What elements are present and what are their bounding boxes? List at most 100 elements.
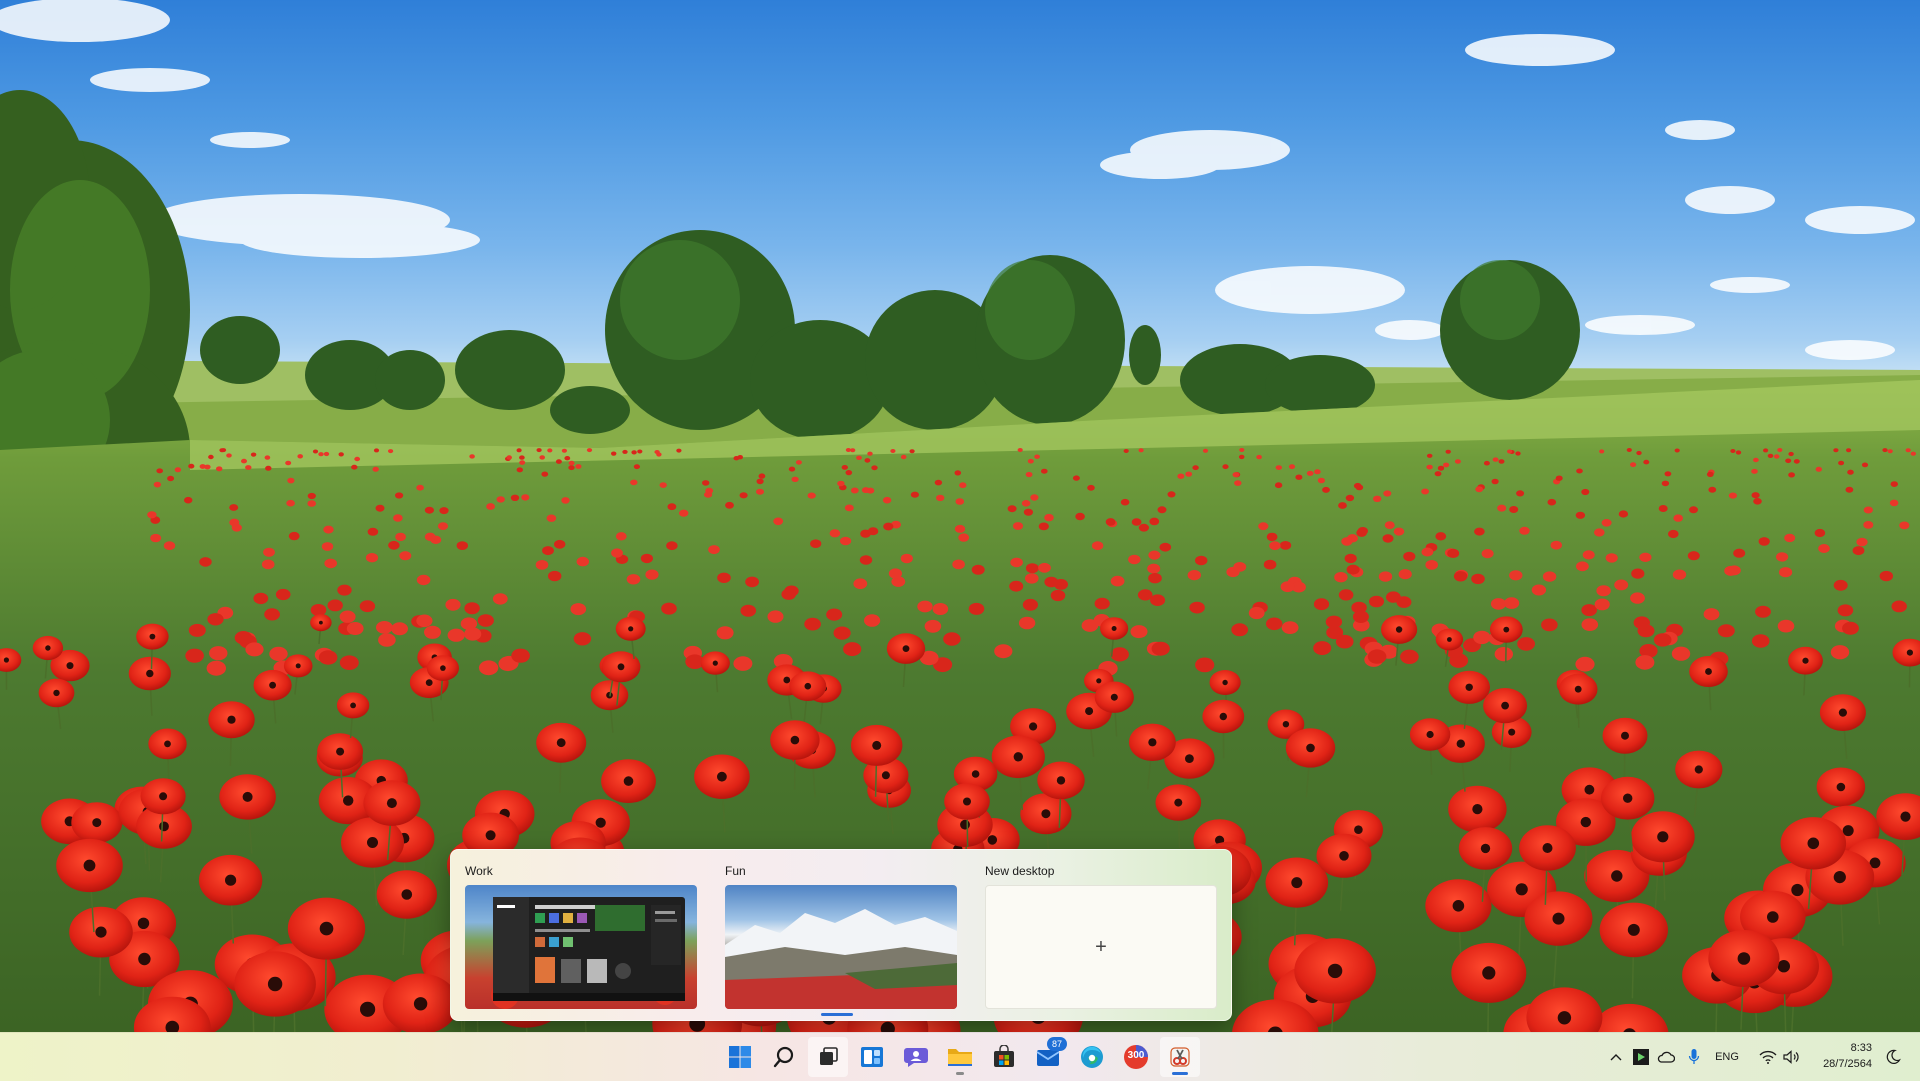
- wallpaper-poppy: [1281, 581, 1295, 592]
- wallpaper-poppy: [376, 621, 393, 634]
- desktop-thumbnail-work[interactable]: [465, 885, 697, 1009]
- wallpaper-poppy: [1092, 541, 1103, 550]
- wallpaper-poppy: [1755, 606, 1771, 618]
- wallpaper-poppy: [189, 624, 206, 637]
- wallpaper-poppy: [901, 554, 913, 563]
- wallpaper-poppy: [1051, 590, 1066, 601]
- volume-button[interactable]: [1780, 1045, 1804, 1069]
- focus-assist-button[interactable]: [1880, 1045, 1906, 1069]
- desktop-work[interactable]: Work: [457, 860, 689, 1012]
- plus-icon: +: [1095, 937, 1107, 957]
- wallpaper-poppy: [1788, 452, 1793, 456]
- wallpaper-poppy: [1834, 580, 1848, 591]
- wallpaper-poppy: [1280, 541, 1291, 550]
- wallpaper-poppy: [1659, 505, 1668, 512]
- wallpaper-poppy: [1121, 499, 1130, 506]
- wallpaper-poppy: [1785, 459, 1791, 464]
- wallpaper-poppy: [416, 485, 424, 491]
- wallpaper-poppy: [366, 553, 378, 562]
- wallpaper-poppy: [1752, 492, 1760, 498]
- desktop-fun[interactable]: Fun: [717, 860, 949, 1012]
- wallpaper-poppy: [536, 560, 549, 570]
- desktop-label-fun: Fun: [725, 864, 746, 878]
- wallpaper-poppy: [1548, 499, 1557, 506]
- wallpaper-poppy: [564, 456, 570, 460]
- wallpaper-poppy: [1111, 576, 1125, 587]
- wallpaper-poppy: [1195, 556, 1207, 566]
- wallpaper-poppy: [571, 603, 587, 615]
- app-300-button[interactable]: 300: [1116, 1037, 1156, 1077]
- edge-button[interactable]: [1072, 1037, 1112, 1077]
- wallpaper-poppy: [1421, 489, 1429, 495]
- snipping-tool-button[interactable]: [1160, 1037, 1200, 1077]
- wallpaper-poppy: [1313, 641, 1331, 655]
- wallpaper-poppy: [717, 573, 731, 583]
- wallpaper-poppy: [521, 494, 529, 500]
- wallpaper-poppy: [1111, 647, 1129, 661]
- wallpaper-poppy: [645, 570, 658, 580]
- wallpaper-poppy: [864, 614, 880, 627]
- file-explorer-icon: [947, 1046, 973, 1068]
- wallpaper-poppy: [1751, 469, 1758, 474]
- wallpaper-poppy: [1689, 506, 1698, 513]
- wallpaper-poppy: [1846, 448, 1851, 452]
- widgets-button[interactable]: [852, 1037, 892, 1077]
- wallpaper-poppy: [416, 615, 432, 628]
- wallpaper-poppy: [1234, 480, 1241, 486]
- wallpaper-poppy: [994, 644, 1012, 658]
- search-button[interactable]: [764, 1037, 804, 1077]
- wallpaper-poppy: [506, 455, 512, 459]
- wallpaper-poppy: [956, 498, 965, 505]
- tray-app-icon[interactable]: [1630, 1045, 1652, 1069]
- wallpaper-poppy: [1777, 448, 1782, 452]
- language-indicator[interactable]: ENG: [1708, 1045, 1746, 1069]
- wallpaper-poppy: [241, 459, 247, 464]
- chat-button[interactable]: [896, 1037, 936, 1077]
- wallpaper-poppy: [789, 467, 795, 472]
- desktop-thumbnail-fun[interactable]: [725, 885, 957, 1009]
- wallpaper-poppy: [1614, 580, 1628, 591]
- wallpaper-poppy: [1673, 514, 1683, 521]
- microphone-icon: [1688, 1048, 1700, 1066]
- start-button[interactable]: [720, 1037, 760, 1077]
- store-button[interactable]: [984, 1037, 1024, 1077]
- new-desktop-button[interactable]: +: [985, 885, 1217, 1009]
- wallpaper-poppy: [1880, 571, 1893, 581]
- mail-button[interactable]: 87: [1028, 1037, 1068, 1077]
- wallpaper-poppy: [1160, 543, 1172, 552]
- wallpaper-poppy: [1147, 564, 1160, 574]
- wallpaper-poppy: [1891, 481, 1898, 487]
- wallpaper-poppy: [1018, 448, 1023, 452]
- wallpaper-poppy: [1358, 527, 1368, 535]
- wallpaper-poppy: [1753, 458, 1759, 462]
- wallpaper-poppy: [373, 467, 379, 472]
- wallpaper-poppy: [1010, 558, 1023, 568]
- wallpaper-poppy: [1818, 544, 1830, 553]
- wallpaper-poppy: [676, 449, 681, 453]
- task-view-button[interactable]: [808, 1037, 848, 1077]
- microphone-button[interactable]: [1682, 1045, 1706, 1069]
- network-button[interactable]: [1756, 1045, 1780, 1069]
- wallpaper-poppy: [757, 479, 764, 485]
- wallpaper-poppy: [1203, 449, 1208, 453]
- wallpaper-poppy: [1264, 560, 1277, 570]
- wallpaper-poppy: [1258, 522, 1268, 530]
- wallpaper-poppy: [935, 480, 942, 486]
- speaker-icon: [1783, 1050, 1801, 1064]
- wallpaper-poppy: [587, 448, 592, 452]
- wallpaper-poppy: [374, 448, 379, 452]
- show-hidden-icons-button[interactable]: [1604, 1045, 1628, 1069]
- wallpaper-poppy: [245, 465, 251, 470]
- clock[interactable]: 8:33 28/7/2564: [1806, 1040, 1872, 1072]
- wallpaper-poppy: [1906, 448, 1911, 452]
- wallpaper-poppy: [1499, 459, 1505, 464]
- wallpaper-poppy: [445, 599, 460, 611]
- wallpaper-poppy: [226, 453, 232, 457]
- file-explorer-button[interactable]: [940, 1037, 980, 1077]
- wallpaper-poppy: [611, 452, 616, 456]
- onedrive-button[interactable]: [1654, 1045, 1678, 1069]
- wallpaper-poppy: [1794, 459, 1800, 464]
- wallpaper-poppy: [1383, 534, 1394, 542]
- desktop-new[interactable]: New desktop +: [977, 860, 1209, 1012]
- wallpaper-poppy: [846, 448, 851, 452]
